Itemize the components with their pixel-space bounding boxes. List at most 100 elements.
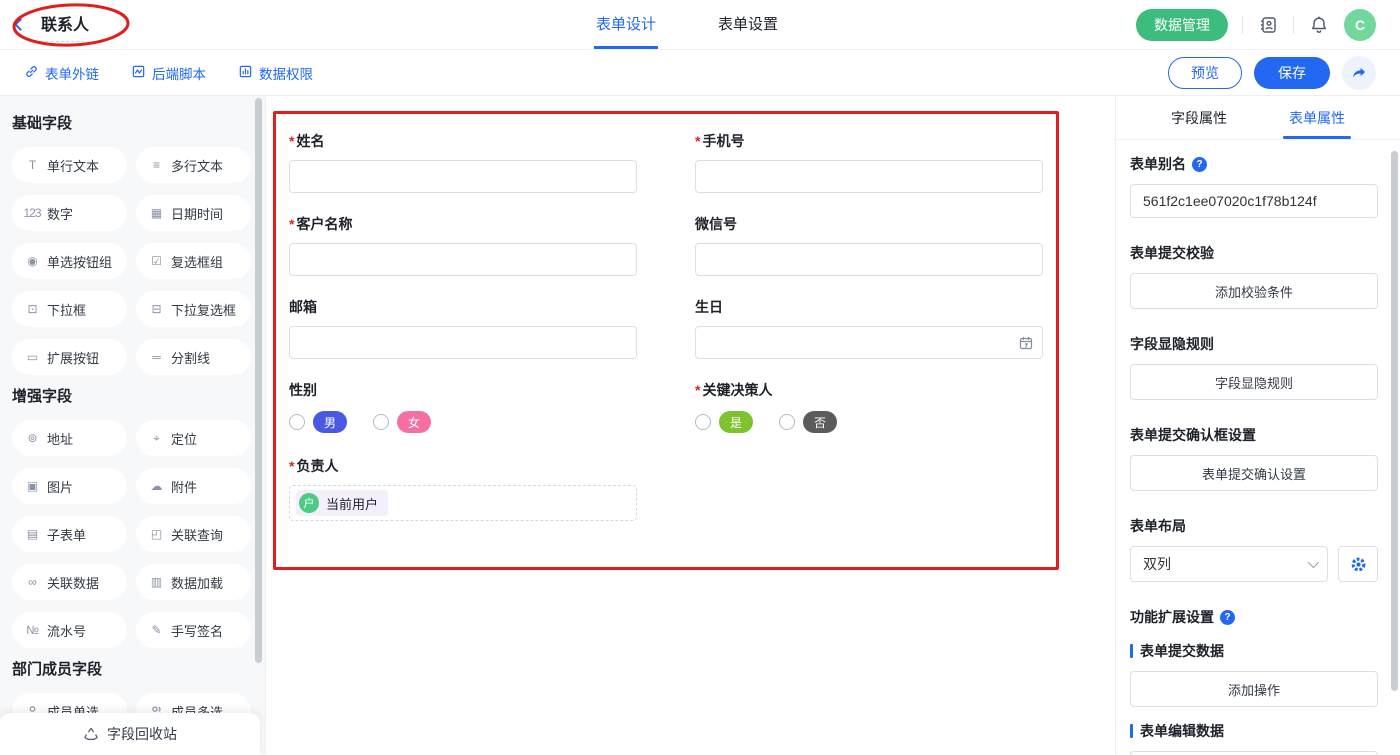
field-pill-signature[interactable]: ✎手写签名 [136,612,251,648]
attachment-icon: ☁ [146,479,166,493]
save-button[interactable]: 保存 [1254,57,1330,89]
field-pill-label: 分割线 [171,348,210,367]
toolbar-link-label: 后端脚本 [152,63,206,83]
key-decision-maker-option-是[interactable]: 是 [695,411,753,433]
text-single-icon: T [22,158,42,172]
notification-bell-icon[interactable] [1308,14,1330,36]
share-button[interactable] [1342,56,1376,90]
form-layout-label: 表单布局 [1130,516,1378,536]
address-book-icon[interactable] [1257,14,1279,36]
field-pill-number[interactable]: 123数字 [12,195,127,231]
field-pill-locate[interactable]: ⌖定位 [136,420,251,456]
layout-settings-button[interactable] [1338,546,1378,582]
field-pill-checkbox-group[interactable]: ☑复选框组 [136,243,251,279]
form-layout-select[interactable]: 双列 [1130,546,1328,582]
field-pill-subform[interactable]: ▤子表单 [12,516,127,552]
form-row: 性别男 女 *关键决策人是 否 [289,380,1043,435]
sidebar-section-title: 部门成员字段 [12,658,265,679]
field-label-text: 姓名 [296,131,324,151]
email-input[interactable] [289,326,637,359]
gender-option-男[interactable]: 男 [289,411,347,433]
field-pill-address[interactable]: ⊚地址 [12,420,127,456]
field-pill-select[interactable]: ⊡下拉框 [12,291,127,327]
field-pill-image[interactable]: ▣图片 [12,468,127,504]
radio-icon[interactable] [779,414,795,430]
submit-validation-button[interactable]: 添加校验条件 [1130,273,1378,309]
recycle-icon [83,726,99,742]
panel-tabs: 字段属性 表单属性 [1116,96,1400,140]
panel-scrollbar[interactable] [1391,151,1398,691]
radio-icon[interactable] [373,414,389,430]
phone-input[interactable] [695,160,1043,193]
sidebar-section-title: 基础字段 [12,112,265,133]
field-pill-label: 下拉复选框 [171,300,236,319]
user-avatar[interactable]: C [1344,9,1376,41]
wechat-input[interactable] [695,243,1043,276]
field-recycle-bin[interactable]: 字段回收站 [0,713,260,755]
data-manage-button[interactable]: 数据管理 [1136,9,1228,41]
current-user-tag: 户当前用户 [296,490,388,516]
gender-option-女[interactable]: 女 [373,411,431,433]
properties-panel: 字段属性表单属性 表单别名 ? 561f2c1ee07020c1f78b124f… [1115,96,1400,755]
sidebar-scrollbar[interactable] [255,98,262,663]
field-pill-radio-group[interactable]: ◉单选按钮组 [12,243,127,279]
panel-tab-字段属性[interactable]: 字段属性 [1171,96,1227,139]
data-permission-icon [238,64,253,82]
form-row: *客户名称微信号 [289,214,1043,276]
field-pill-datetime[interactable]: ▦日期时间 [136,195,251,231]
field-pill-label: 数据加载 [171,573,223,592]
field-pill-extend-button[interactable]: ▭扩展按钮 [12,339,127,375]
header-tab-表单设置[interactable]: 表单设置 [716,0,780,49]
extension-group-title: 表单编辑数据 [1130,721,1378,741]
form-field-name: *姓名 [289,131,637,193]
field-pill-data-load[interactable]: ▥数据加载 [136,564,251,600]
field-pill-single-line-text[interactable]: T单行文本 [12,147,127,183]
header-right: 数据管理 C [1136,9,1376,41]
name-input[interactable] [289,160,637,193]
field-label-text: 性别 [289,380,317,400]
customer-name-input[interactable] [289,243,637,276]
field-pill-relation-query[interactable]: ◰关联查询 [136,516,251,552]
submit-confirm-button[interactable]: 表单提交确认设置 [1130,455,1378,491]
radio-group-icon: ◉ [22,254,42,268]
address-icon: ⊚ [22,431,42,445]
field-label: 生日 [695,297,1043,317]
owner-user-select[interactable]: 户当前用户 [289,485,637,521]
field-pill-relation-data[interactable]: ∞关联数据 [12,564,127,600]
toolbar-link-后端脚本[interactable]: 后端脚本 [131,63,206,83]
form-alias-input[interactable]: 561f2c1ee07020c1f78b124f [1130,184,1378,218]
extension-group-edit-data: 表单编辑数据添加操作 [1130,721,1378,755]
radio-icon[interactable] [695,414,711,430]
field-pill-serial-number[interactable]: №流水号 [12,612,127,648]
submit-data-add-button[interactable]: 添加操作 [1130,671,1378,707]
birthday-input[interactable] [695,326,1043,359]
field-pill-divider[interactable]: ═分割线 [136,339,251,375]
help-icon[interactable]: ? [1192,157,1207,172]
field-visibility-button[interactable]: 字段显隐规则 [1130,364,1378,400]
field-pill-multi-select[interactable]: ⊟ 下拉复选框 [136,291,251,327]
panel-tab-表单属性[interactable]: 表单属性 [1289,96,1345,139]
calendar-icon [1018,335,1034,351]
edit-data-add-button[interactable]: 添加操作 [1130,751,1378,755]
key-decision-maker-option-否[interactable]: 否 [779,411,837,433]
preview-button[interactable]: 预览 [1168,57,1242,89]
multi-select-icon: ⊟ [146,302,166,316]
form-layout-value: 双列 [1143,554,1171,574]
form-canvas[interactable]: *姓名*手机号*客户名称微信号邮箱生日性别男女*关键决策人是否*负责人户当前用户 [265,96,1115,755]
current-user-label: 当前用户 [326,494,378,513]
header-tab-表单设计[interactable]: 表单设计 [594,0,658,49]
page-title[interactable]: 联系人 [35,8,95,42]
field-label: *手机号 [695,131,1043,151]
field-pill-multi-line-text[interactable]: ≡多行文本 [136,147,251,183]
toolbar-link-数据权限[interactable]: 数据权限 [238,63,313,83]
help-icon[interactable]: ? [1220,610,1235,625]
back-icon[interactable] [14,18,27,31]
radio-icon[interactable] [289,414,305,430]
panel-section-field-visibility: 字段显隐规则字段显隐规则 [1130,334,1378,400]
required-asterisk: * [695,133,700,149]
field-pill-attachment[interactable]: ☁附件 [136,468,251,504]
option-pill-label: 男 [313,411,347,433]
field-label: *关键决策人 [695,380,1043,400]
toolbar-link-表单外链[interactable]: 表单外链 [24,63,99,83]
form-field-birthday: 生日 [695,297,1043,359]
